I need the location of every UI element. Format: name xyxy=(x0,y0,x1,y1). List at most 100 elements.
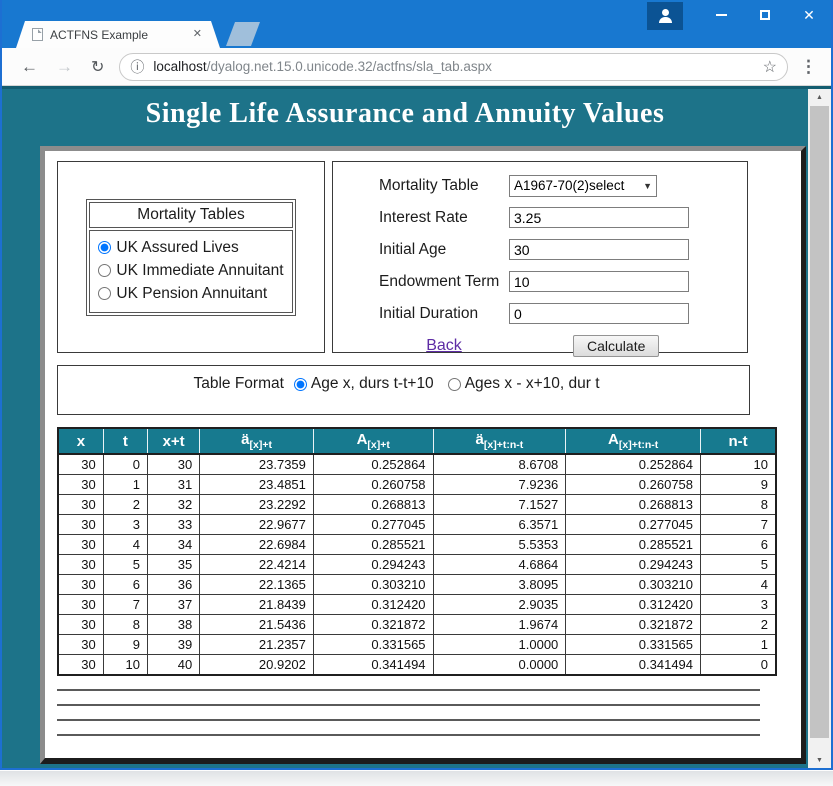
mortality-tables-box: Mortality Tables UK Assured Lives UK Imm… xyxy=(57,161,325,353)
results-cell: 21.8439 xyxy=(200,595,314,615)
results-cell: 9 xyxy=(701,475,776,495)
page-favicon-icon xyxy=(32,28,43,41)
format-option-age-x-durs[interactable]: Age x, durs t-t+10 xyxy=(294,375,434,393)
results-header-cell: ä[x]+t xyxy=(200,428,314,454)
results-cell: 23.2292 xyxy=(200,495,314,515)
initial-duration-input[interactable] xyxy=(509,303,689,324)
browser-window: ACTFNS Example ✕ ✕ ← → ↻ ⓘ localhost/dya… xyxy=(0,0,833,786)
results-cell: 3.8095 xyxy=(433,575,566,595)
format-radio-ages-x-dur-t[interactable] xyxy=(448,378,461,391)
table-row: 3043422.69840.2855215.53530.2855216 xyxy=(58,535,776,555)
results-cell: 0.341494 xyxy=(566,655,701,676)
endowment-term-input[interactable] xyxy=(509,271,689,292)
results-cell: 1.9674 xyxy=(433,615,566,635)
table-row: 3023223.22920.2688137.15270.2688138 xyxy=(58,495,776,515)
results-header-row: xtx+tä[x]+tA[x]+tä[x]+t:n-tA[x]+t:n-tn-t xyxy=(58,428,776,454)
table-row: 3093921.23570.3315651.00000.3315651 xyxy=(58,635,776,655)
radio-uk-assured-lives[interactable] xyxy=(98,241,111,254)
back-navigation-icon[interactable]: ← xyxy=(21,57,38,77)
vertical-scrollbar[interactable]: ▲ ▼ xyxy=(808,89,831,768)
results-cell: 34 xyxy=(147,535,199,555)
format-radio-age-x-durs[interactable] xyxy=(294,378,307,391)
results-cell: 32 xyxy=(147,495,199,515)
table-row: 30104020.92020.3414940.00000.3414940 xyxy=(58,655,776,676)
calculate-button[interactable]: Calculate xyxy=(573,335,659,357)
results-cell: 3 xyxy=(701,595,776,615)
reload-icon[interactable]: ↻ xyxy=(91,57,104,77)
scroll-up-icon[interactable]: ▲ xyxy=(808,89,831,105)
tab-close-icon[interactable]: ✕ xyxy=(191,27,204,42)
results-header-cell: n-t xyxy=(701,428,776,454)
results-cell: 0.277045 xyxy=(313,515,433,535)
results-header-cell: x xyxy=(58,428,103,454)
results-cell: 0.331565 xyxy=(313,635,433,655)
radio-uk-immediate-annuitant[interactable] xyxy=(98,264,111,277)
interest-rate-input[interactable] xyxy=(509,207,689,228)
results-header-cell: ä[x]+t:n-t xyxy=(433,428,566,454)
mortality-option-uk-pension-annuitant[interactable]: UK Pension Annuitant xyxy=(98,282,283,305)
results-cell: 4 xyxy=(103,535,147,555)
results-cell: 0.260758 xyxy=(313,475,433,495)
results-cell: 2.9035 xyxy=(433,595,566,615)
interest-rate-label: Interest Rate xyxy=(379,209,509,227)
maximize-icon xyxy=(760,10,770,20)
profile-button[interactable] xyxy=(647,2,683,30)
browser-menu-icon[interactable]: ⋮ xyxy=(800,57,817,77)
mortality-option-uk-assured-lives[interactable]: UK Assured Lives xyxy=(98,236,283,259)
back-link[interactable]: Back xyxy=(379,337,509,355)
results-cell: 31 xyxy=(147,475,199,495)
results-cell: 0.331565 xyxy=(566,635,701,655)
table-row: 3073721.84390.3124202.90350.3124203 xyxy=(58,595,776,615)
results-cell: 37 xyxy=(147,595,199,615)
browser-tab[interactable]: ACTFNS Example ✕ xyxy=(16,21,220,48)
results-header-cell: A[x]+t:n-t xyxy=(566,428,701,454)
results-cell: 36 xyxy=(147,575,199,595)
table-row: 3053522.42140.2942434.68640.2942435 xyxy=(58,555,776,575)
maximize-button[interactable] xyxy=(743,0,787,30)
results-cell: 30 xyxy=(58,615,103,635)
results-cell: 21.2357 xyxy=(200,635,314,655)
results-cell: 23.7359 xyxy=(200,454,314,475)
results-header-cell: A[x]+t xyxy=(313,428,433,454)
table-row: 3063622.13650.3032103.80950.3032104 xyxy=(58,575,776,595)
radio-uk-pension-annuitant[interactable] xyxy=(98,287,111,300)
page-info-icon[interactable]: ⓘ xyxy=(130,57,144,77)
scroll-down-icon[interactable]: ▼ xyxy=(808,752,831,768)
results-cell: 3 xyxy=(103,515,147,535)
results-cell: 0 xyxy=(103,454,147,475)
results-cell: 10 xyxy=(103,655,147,676)
results-cell: 0.312420 xyxy=(313,595,433,615)
results-cell: 40 xyxy=(147,655,199,676)
results-cell: 0.0000 xyxy=(433,655,566,676)
scrollbar-thumb[interactable] xyxy=(810,106,829,738)
results-cell: 30 xyxy=(58,475,103,495)
browser-toolbar: ← → ↻ ⓘ localhost/dyalog.net.15.0.unicod… xyxy=(2,48,831,86)
bookmark-star-icon[interactable]: ☆ xyxy=(763,57,777,77)
results-cell: 30 xyxy=(58,515,103,535)
results-table: xtx+tä[x]+tA[x]+tä[x]+t:n-tA[x]+t:n-tn-t… xyxy=(57,427,777,676)
results-cell: 8 xyxy=(103,615,147,635)
results-cell: 6 xyxy=(103,575,147,595)
results-cell: 7 xyxy=(103,595,147,615)
tab-title: ACTFNS Example xyxy=(50,28,184,42)
results-cell: 1 xyxy=(103,475,147,495)
initial-age-input[interactable] xyxy=(509,239,689,260)
results-cell: 30 xyxy=(58,495,103,515)
address-bar[interactable]: ⓘ localhost/dyalog.net.15.0.unicode.32/a… xyxy=(119,53,788,81)
results-cell: 35 xyxy=(147,555,199,575)
results-cell: 0.303210 xyxy=(566,575,701,595)
close-button[interactable]: ✕ xyxy=(787,0,831,30)
minimize-button[interactable] xyxy=(699,0,743,30)
mortality-table-select[interactable]: A1967-70(2)select xyxy=(509,175,657,197)
results-cell: 30 xyxy=(58,575,103,595)
table-row: 3003023.73590.2528648.67080.25286410 xyxy=(58,454,776,475)
mortality-option-uk-immediate-annuitant[interactable]: UK Immediate Annuitant xyxy=(98,259,283,282)
results-cell: 30 xyxy=(58,635,103,655)
format-option-ages-x-dur-t[interactable]: Ages x - x+10, dur t xyxy=(448,375,600,393)
results-cell: 22.1365 xyxy=(200,575,314,595)
new-tab-button[interactable] xyxy=(226,22,260,46)
results-cell: 30 xyxy=(58,555,103,575)
divider xyxy=(57,689,760,691)
mortality-tables-legend: Mortality Tables xyxy=(89,202,292,228)
results-cell: 30 xyxy=(147,454,199,475)
